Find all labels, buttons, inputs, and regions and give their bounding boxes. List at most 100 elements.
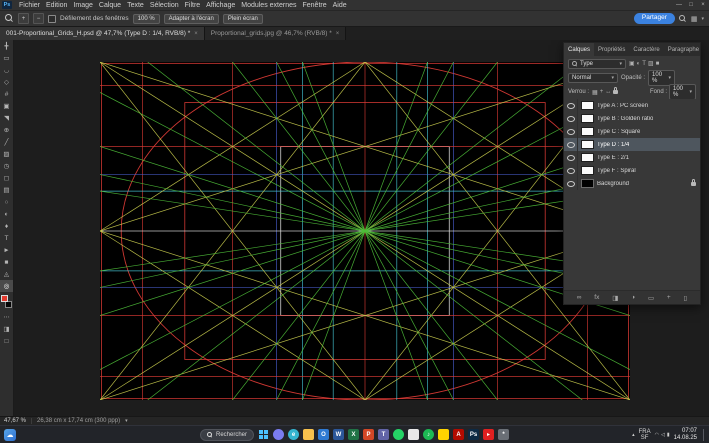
language-indicator[interactable]: FRA SF bbox=[639, 429, 651, 441]
taskbar-photoshop-icon[interactable]: Ps bbox=[468, 429, 479, 440]
clone-stamp-tool-icon[interactable]: ▨ bbox=[0, 148, 13, 160]
foreground-color-swatch[interactable] bbox=[1, 295, 8, 302]
taskbar-powerpoint-icon[interactable]: P bbox=[363, 429, 374, 440]
battery-icon[interactable]: ▮ bbox=[667, 432, 670, 438]
visibility-toggle[interactable] bbox=[564, 99, 578, 112]
quick-selection-tool-icon[interactable]: ◇ bbox=[0, 76, 13, 88]
filter-shape-layers-icon[interactable]: ▨ bbox=[648, 60, 654, 67]
link-layers-icon[interactable]: ∞ bbox=[577, 294, 582, 301]
start-button[interactable] bbox=[258, 429, 269, 440]
pen-tool-icon[interactable]: ♦ bbox=[0, 220, 13, 232]
filter-smart-objects-icon[interactable]: ■ bbox=[656, 61, 660, 67]
search-icon[interactable] bbox=[679, 15, 687, 23]
panel-tab-caract-re[interactable]: Caractère bbox=[629, 43, 663, 56]
history-brush-tool-icon[interactable]: ◷ bbox=[0, 160, 13, 172]
close-button[interactable]: × bbox=[697, 0, 709, 10]
taskbar-whatsapp-icon[interactable] bbox=[393, 429, 404, 440]
scroll-all-windows-checkbox[interactable] bbox=[48, 15, 56, 23]
marquee-tool-icon[interactable]: ▭ bbox=[0, 52, 13, 64]
crop-tool-icon[interactable]: # bbox=[0, 88, 13, 100]
taskbar-spotify-icon[interactable]: ♪ bbox=[423, 429, 434, 440]
lock-all-icon[interactable] bbox=[613, 90, 618, 94]
screen-mode-icon[interactable]: □ bbox=[0, 335, 13, 347]
visibility-toggle[interactable] bbox=[564, 177, 578, 190]
menu-item-aide[interactable]: Aide bbox=[330, 2, 350, 9]
clock[interactable]: 07:07 14.08.25 bbox=[674, 428, 697, 442]
hand-tool-icon[interactable]: ◬ bbox=[0, 268, 13, 280]
share-button[interactable]: Partager bbox=[634, 13, 675, 24]
maximize-button[interactable]: □ bbox=[685, 0, 697, 10]
lock-pixels-icon[interactable]: + bbox=[600, 89, 604, 95]
quick-mask-icon[interactable]: ◨ bbox=[0, 323, 13, 335]
layer-thumbnail[interactable] bbox=[581, 127, 594, 136]
layer-thumbnail[interactable] bbox=[581, 153, 594, 162]
new-layer-icon[interactable]: + bbox=[667, 294, 671, 301]
taskbar-search[interactable]: Rechercher bbox=[200, 429, 254, 441]
panel-tab-propri-t-s[interactable]: Propriétés bbox=[594, 43, 629, 56]
layer-thumbnail[interactable] bbox=[581, 179, 594, 188]
taskbar-youtube-icon[interactable]: ▸ bbox=[483, 429, 494, 440]
zoom-level[interactable]: 47,67 % bbox=[4, 418, 26, 424]
gradient-tool-icon[interactable]: ▤ bbox=[0, 184, 13, 196]
delete-layer-icon[interactable]: ▯ bbox=[684, 294, 688, 302]
path-selection-tool-icon[interactable]: ► bbox=[0, 244, 13, 256]
taskbar-word-icon[interactable]: W bbox=[333, 429, 344, 440]
document-canvas[interactable] bbox=[100, 62, 630, 400]
edit-toolbar-icon[interactable]: ⋯ bbox=[0, 311, 13, 323]
zoom-100-button[interactable]: 100 % bbox=[133, 14, 160, 24]
status-chevron-icon[interactable]: ▾ bbox=[125, 418, 128, 424]
lock-transparency-icon[interactable]: ▦ bbox=[592, 89, 598, 96]
taskbar-explorer-icon[interactable] bbox=[303, 429, 314, 440]
visibility-toggle[interactable] bbox=[564, 112, 578, 125]
blend-mode-select[interactable]: Normal ▾ bbox=[568, 73, 618, 83]
visibility-toggle[interactable] bbox=[564, 138, 578, 151]
layer-row[interactable]: Type F : Spiral bbox=[564, 164, 700, 177]
adjustment-layer-icon[interactable]: ◑ bbox=[631, 294, 635, 301]
wifi-icon[interactable]: ◠ bbox=[655, 432, 659, 438]
menu-item-modules-externes[interactable]: Modules externes bbox=[238, 2, 299, 9]
document-tab[interactable]: Proportional_grids.jpg @ 46,7% (RVB/8) *… bbox=[205, 27, 347, 40]
zoom-out-toggle[interactable]: − bbox=[33, 13, 44, 24]
menu-item-image[interactable]: Image bbox=[70, 2, 95, 9]
layer-row[interactable]: Type A : PC screen bbox=[564, 99, 700, 112]
layer-mask-icon[interactable]: ◨ bbox=[612, 294, 618, 302]
layer-style-icon[interactable]: fx bbox=[594, 294, 599, 301]
taskbar-outlook-icon[interactable]: O bbox=[318, 429, 329, 440]
fit-screen-button[interactable]: Adapter à l'écran bbox=[164, 14, 219, 24]
layer-thumbnail[interactable] bbox=[581, 101, 594, 110]
menu-item-affichage[interactable]: Affichage bbox=[203, 2, 238, 9]
minimize-button[interactable]: — bbox=[673, 0, 685, 10]
layer-row[interactable]: Type C : Square bbox=[564, 125, 700, 138]
type-tool-icon[interactable]: T bbox=[0, 232, 13, 244]
zoom-tool-icon[interactable]: ◎ bbox=[0, 280, 13, 292]
layer-filter-select[interactable]: Type ▾ bbox=[568, 59, 626, 69]
layer-row[interactable]: Background bbox=[564, 177, 700, 190]
visibility-toggle[interactable] bbox=[564, 151, 578, 164]
filter-adjustment-layers-icon[interactable]: ◐ bbox=[637, 61, 641, 67]
taskbar-acrobat-icon[interactable]: A bbox=[453, 429, 464, 440]
panel-tab-calques[interactable]: Calques bbox=[564, 43, 594, 56]
filter-pixel-layers-icon[interactable]: ▣ bbox=[629, 60, 635, 67]
dodge-tool-icon[interactable]: ◐ bbox=[0, 208, 13, 220]
lasso-tool-icon[interactable]: ◡ bbox=[0, 64, 13, 76]
menu-item-fichier[interactable]: Fichier bbox=[16, 2, 43, 9]
show-desktop-button[interactable] bbox=[703, 429, 706, 441]
layer-row[interactable]: Type B : Golden ratio bbox=[564, 112, 700, 125]
fill-input[interactable]: 100 % ▾ bbox=[669, 84, 696, 100]
workspace-icon[interactable]: ▦ bbox=[691, 15, 698, 23]
menu-item-calque[interactable]: Calque bbox=[96, 2, 124, 9]
tray-overflow-icon[interactable]: ▴ bbox=[632, 432, 635, 438]
zoom-in-toggle[interactable]: + bbox=[18, 13, 29, 24]
eyedropper-tool-icon[interactable]: ◥ bbox=[0, 112, 13, 124]
menu-item-texte[interactable]: Texte bbox=[124, 2, 147, 9]
filter-type-layers-icon[interactable]: T bbox=[642, 61, 646, 67]
eraser-tool-icon[interactable]: ◻ bbox=[0, 172, 13, 184]
shape-tool-icon[interactable]: ■ bbox=[0, 256, 13, 268]
frame-tool-icon[interactable]: ▣ bbox=[0, 100, 13, 112]
move-tool-icon[interactable]: ╋ bbox=[0, 40, 13, 52]
visibility-toggle[interactable] bbox=[564, 125, 578, 138]
layer-thumbnail[interactable] bbox=[581, 140, 594, 149]
chevron-down-icon[interactable]: ▾ bbox=[701, 16, 704, 22]
document-tab[interactable]: 001-Proportional_Grids_H.psd @ 47,7% (Ty… bbox=[0, 27, 205, 40]
taskbar-photos-icon[interactable] bbox=[408, 429, 419, 440]
